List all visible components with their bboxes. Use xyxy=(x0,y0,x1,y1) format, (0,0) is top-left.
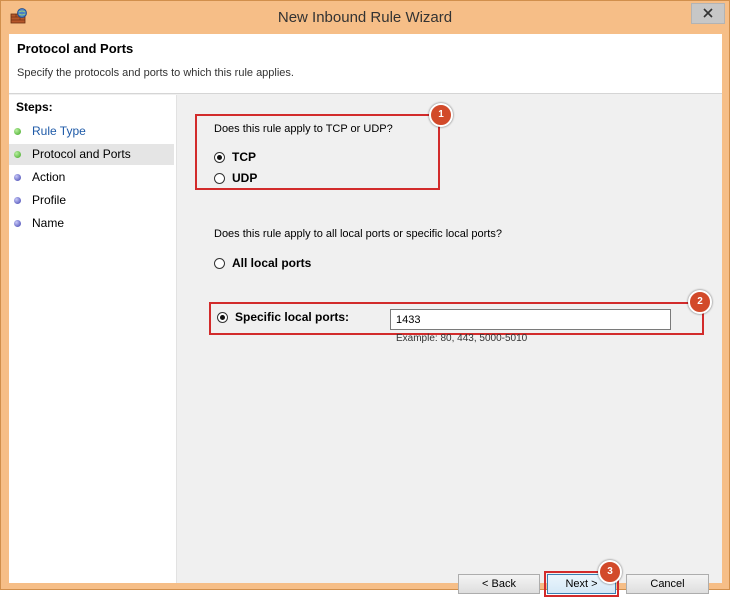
step-current-icon xyxy=(14,151,21,158)
all-local-ports-label: All local ports xyxy=(232,256,312,270)
close-button[interactable] xyxy=(691,3,725,24)
page-title: Protocol and Ports xyxy=(17,41,134,56)
protocol-question: Does this rule apply to TCP or UDP? xyxy=(214,123,393,135)
close-icon xyxy=(703,5,713,23)
specific-local-ports-label: Specific local ports: xyxy=(235,310,350,324)
step-complete-icon xyxy=(14,128,21,135)
step-protocol-and-ports[interactable]: Protocol and Ports xyxy=(9,144,174,165)
udp-label: UDP xyxy=(232,171,258,185)
steps-panel: Steps: Rule Type Protocol and Ports Acti… xyxy=(9,95,177,583)
step-rule-type[interactable]: Rule Type xyxy=(9,121,174,142)
step-action: Action xyxy=(9,167,174,188)
page-subtitle: Specify the protocols and ports to which… xyxy=(17,67,294,79)
step-label: Profile xyxy=(32,193,67,207)
window-title: New Inbound Rule Wizard xyxy=(277,9,453,26)
specific-ports-input[interactable] xyxy=(390,309,671,330)
annotation-marker-2: 2 xyxy=(688,290,712,314)
back-button[interactable]: < Back xyxy=(458,574,540,594)
step-pending-icon xyxy=(14,197,21,204)
step-name: Name xyxy=(9,213,174,234)
radio-selected-icon xyxy=(217,312,228,323)
step-label: Name xyxy=(32,216,65,230)
step-pending-icon xyxy=(14,174,21,181)
radio-unselected-icon xyxy=(214,258,225,269)
wizard-client-area: Protocol and Ports Specify the protocols… xyxy=(9,34,722,597)
annotation-marker-1: 1 xyxy=(429,103,453,127)
title-bar: New Inbound Rule Wizard xyxy=(1,1,729,34)
wizard-header: Protocol and Ports Specify the protocols… xyxy=(9,34,722,94)
cancel-button[interactable]: Cancel xyxy=(626,574,709,594)
wizard-window: New Inbound Rule Wizard Protocol and Por… xyxy=(0,0,730,597)
step-label: Protocol and Ports xyxy=(32,147,131,161)
step-pending-icon xyxy=(14,220,21,227)
step-label: Action xyxy=(32,170,66,184)
step-profile: Profile xyxy=(9,190,174,211)
step-label: Rule Type xyxy=(32,124,86,138)
wizard-content: 1 Does this rule apply to TCP or UDP? TC… xyxy=(177,95,722,597)
ports-question: Does this rule apply to all local ports … xyxy=(214,228,502,240)
steps-heading: Steps: xyxy=(16,100,53,114)
annotation-marker-3: 3 xyxy=(598,560,622,584)
radio-unselected-icon xyxy=(214,173,225,184)
tcp-label: TCP xyxy=(232,150,256,164)
radio-selected-icon xyxy=(214,152,225,163)
ports-example-hint: Example: 80, 443, 5000-5010 xyxy=(396,333,528,344)
